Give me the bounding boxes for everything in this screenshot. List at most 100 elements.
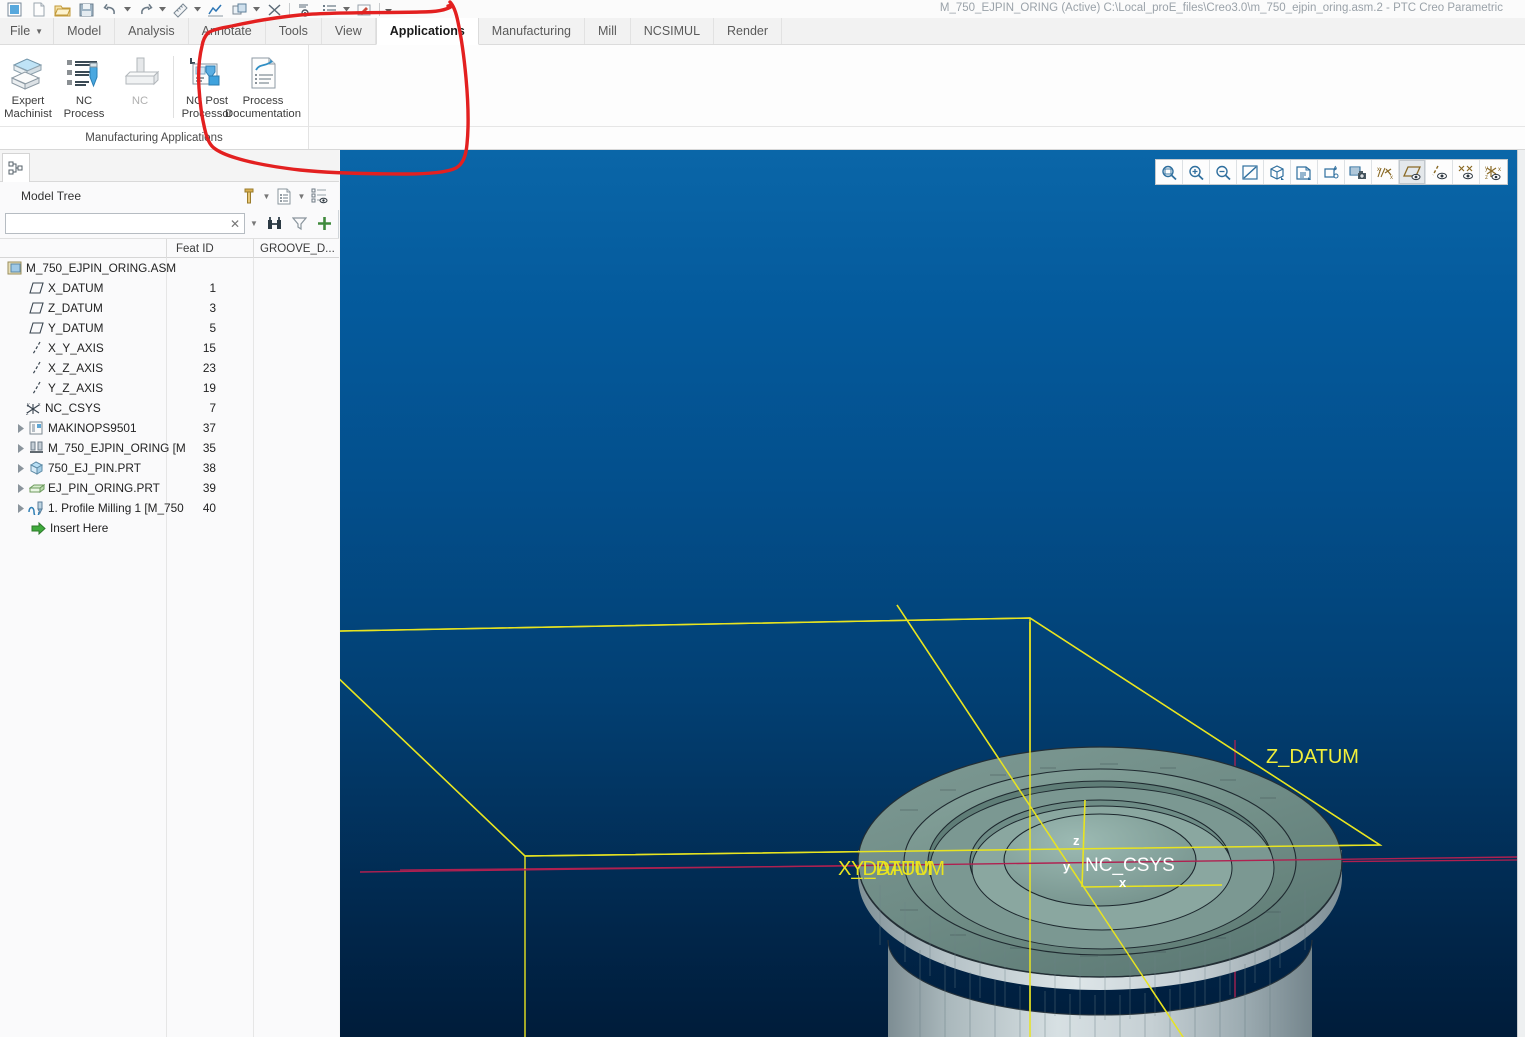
tab-tools[interactable]: Tools [265, 18, 322, 44]
nc-process-button[interactable]: NC Process [56, 50, 112, 124]
expand-arrow-icon[interactable] [14, 498, 28, 518]
table-row[interactable]: Z_DATUM 3 [0, 298, 339, 318]
csys-display-icon[interactable]: yzx [1480, 160, 1507, 184]
process-documentation-icon [241, 53, 285, 93]
table-row[interactable]: X_Z_AXIS 23 [0, 358, 339, 378]
save-icon[interactable] [74, 1, 98, 18]
table-row[interactable]: M_750_EJPIN_ORING [M 35 [0, 438, 339, 458]
tree-columns-icon[interactable] [274, 186, 294, 206]
model-3d-render [340, 604, 1517, 1037]
display-style-icon[interactable] [1264, 160, 1291, 184]
table-row[interactable]: Insert Here [0, 518, 339, 538]
zoom-refit-icon[interactable] [1156, 160, 1183, 184]
datum-axis-icon [28, 340, 45, 356]
undo-icon[interactable] [98, 1, 122, 18]
tab-applications-label: Applications [389, 24, 465, 38]
measure-icon[interactable] [168, 1, 192, 18]
tab-annotate[interactable]: Annotate [188, 18, 266, 44]
navigator-tab-strip [0, 150, 339, 182]
settings-caret-icon[interactable]: ▼ [261, 186, 272, 206]
add-plus-icon[interactable] [313, 213, 335, 234]
nc-button[interactable]: NC [112, 50, 168, 124]
part-blue-icon [28, 460, 45, 476]
nc-icon [118, 53, 162, 93]
tab-ncsimul[interactable]: NCSIMUL [630, 18, 715, 44]
expand-arrow-icon[interactable] [14, 438, 28, 458]
tree-item-label: X_Z_AXIS [48, 361, 104, 375]
table-row[interactable]: Y_Z_AXIS 19 [0, 378, 339, 398]
process-documentation-button[interactable]: Process Documentation [225, 50, 301, 124]
table-row[interactable]: EJ_PIN_ORING.PRT 39 [0, 478, 339, 498]
table-row[interactable]: MAKINOPS9501 37 [0, 418, 339, 438]
analysis-icon[interactable] [203, 1, 227, 18]
appearance-icon[interactable] [352, 1, 376, 18]
redo-dropdown-icon[interactable] [157, 1, 168, 18]
close-x-icon[interactable] [262, 1, 286, 18]
overflow-dropdown-icon[interactable] [383, 1, 394, 18]
table-row[interactable]: X_DATUM 1 [0, 278, 339, 298]
zoom-out-icon[interactable] [1210, 160, 1237, 184]
expert-machinist-button[interactable]: Expert Machinist [0, 50, 56, 124]
table-row[interactable]: y z x NC_CSYS 7 [0, 398, 339, 418]
saved-views-icon[interactable] [1291, 160, 1318, 184]
search-history-caret-icon[interactable]: ▼ [247, 213, 261, 234]
navigator-panel: Model Tree ▼ ▼ ✕ ▼ Feat ID GROOVE_D... M… [0, 150, 339, 1037]
repaint-icon[interactable] [1237, 160, 1264, 184]
search-input[interactable] [6, 214, 226, 233]
display-style-icon[interactable] [293, 1, 317, 18]
regenerate-icon[interactable] [227, 1, 251, 18]
datum-points-display-icon[interactable]: xx [1372, 160, 1399, 184]
table-row[interactable]: 1. Profile Milling 1 [M_750 40 [0, 498, 339, 518]
column-divider-1[interactable] [166, 239, 167, 258]
window-title: M_750_EJPIN_ORING (Active) C:\Local_proE… [939, 2, 1503, 14]
tab-applications[interactable]: Applications [375, 18, 479, 45]
new-document-icon[interactable] [26, 1, 50, 18]
graphics-viewport[interactable]: Z_DATUM X_DATUM Y_DATUM NC_CSYS z y x [340, 150, 1517, 1037]
table-row[interactable]: 750_EJ_PIN.PRT 38 [0, 458, 339, 478]
filter-funnel-icon[interactable] [288, 213, 310, 234]
tab-manufacturing[interactable]: Manufacturing [478, 18, 586, 44]
tree-item-feat-id: 19 [202, 381, 216, 395]
tab-model[interactable]: Model [54, 18, 116, 44]
tab-file[interactable]: File ▼ [0, 18, 55, 44]
expand-arrow-icon[interactable] [14, 478, 28, 498]
scene-camera-icon[interactable] [1345, 160, 1372, 184]
new-window-icon[interactable] [2, 1, 26, 18]
measure-dropdown-icon[interactable] [192, 1, 203, 18]
tree-columns-caret-icon[interactable]: ▼ [296, 186, 307, 206]
layers-dropdown-icon[interactable] [341, 1, 352, 18]
layers-icon[interactable] [317, 1, 341, 18]
tab-view[interactable]: View [321, 18, 376, 44]
view-manager-icon[interactable] [1318, 160, 1345, 184]
viewport-label-z-datum: Z_DATUM [1266, 746, 1359, 768]
regenerate-dropdown-icon[interactable] [251, 1, 262, 18]
clear-icon[interactable]: ✕ [226, 217, 244, 231]
model-tree-column-headers: Feat ID GROOVE_D... [0, 238, 339, 258]
table-row[interactable]: Y_DATUM 5 [0, 318, 339, 338]
table-row[interactable]: M_750_EJPIN_ORING.ASM [0, 258, 339, 278]
tree-filters-icon[interactable] [309, 186, 329, 206]
svg-text:x: x [1498, 167, 1501, 173]
expand-arrow-icon[interactable] [14, 458, 28, 478]
redo-icon[interactable] [133, 1, 157, 18]
zoom-in-icon[interactable] [1183, 160, 1210, 184]
search-binoculars-icon[interactable] [263, 213, 285, 234]
datum-axis-display-icon[interactable] [1426, 160, 1453, 184]
search-box[interactable]: ✕ [5, 213, 245, 234]
open-folder-icon[interactable] [50, 1, 74, 18]
column-header-feat-id[interactable]: Feat ID [176, 239, 214, 258]
datum-point-display-icon[interactable] [1453, 160, 1480, 184]
column-header-groove-d[interactable]: GROOVE_D... [260, 239, 335, 258]
tab-mill[interactable]: Mill [585, 18, 631, 44]
sidebar-item-model-tree[interactable] [2, 153, 30, 182]
ribbon-empty-divider [309, 126, 1525, 127]
settings-hammer-icon[interactable] [239, 186, 259, 206]
undo-dropdown-icon[interactable] [122, 1, 133, 18]
column-divider-2[interactable] [253, 239, 254, 258]
tab-render[interactable]: Render [714, 18, 783, 44]
expand-arrow-icon[interactable] [14, 418, 28, 438]
tab-analysis[interactable]: Analysis [115, 18, 189, 44]
datum-plane-display-icon[interactable] [1399, 160, 1426, 184]
table-row[interactable]: X_Y_AXIS 15 [0, 338, 339, 358]
tree-item-label: Insert Here [50, 521, 109, 535]
